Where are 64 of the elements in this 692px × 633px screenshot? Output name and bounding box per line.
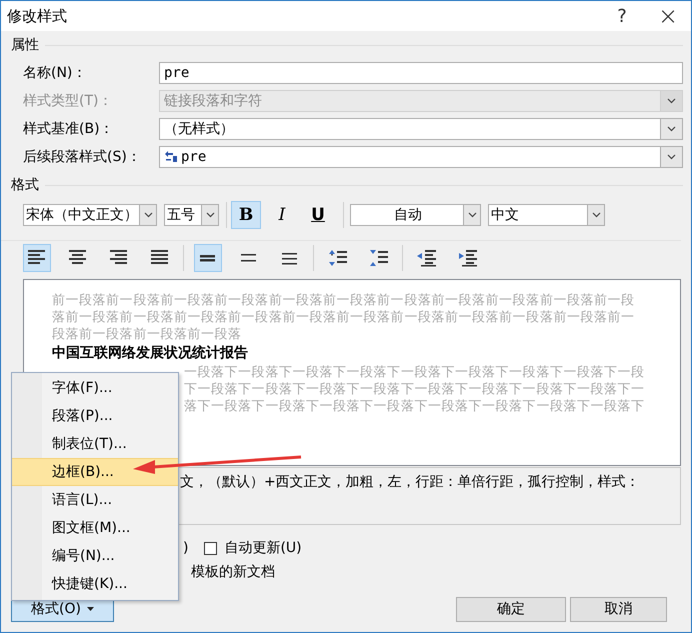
chevron-down-icon [144, 212, 152, 218]
preview-text: 段落前一段落前一段落前一段落 [52, 326, 243, 343]
bold-button[interactable]: B [231, 201, 261, 229]
style-description: 文，（默认）+西文正文，加粗，左，行距：单倍行距，孤行控制，样式： [180, 474, 640, 490]
checkbox-label: 自动更新(U) [224, 539, 302, 557]
align-left-icon [27, 249, 47, 267]
menu-item[interactable]: 制表位(T)... [12, 430, 178, 458]
menu-item[interactable]: 图文框(M)... [12, 514, 178, 542]
menu-item[interactable]: 快捷键(K)... [12, 570, 178, 598]
caret-icon [86, 607, 94, 611]
window-title: 修改样式 [7, 6, 68, 26]
chevron-down-icon [667, 154, 676, 160]
help-button[interactable]: ? [599, 6, 645, 26]
menu-item[interactable]: 语言(L)... [12, 486, 178, 514]
section-heading: 格式 [11, 176, 39, 194]
double-spacing-icon [280, 252, 300, 264]
single-spacing-icon [198, 254, 218, 262]
align-left-button[interactable] [23, 244, 51, 272]
preview-text: 前一段落前一段落前一段落前一段落前一段落前一段落前一段落前一段落前一段落前一段落前一段 [52, 292, 636, 309]
spacing-icon [328, 249, 348, 267]
color-dropdown[interactable]: 自动 [350, 204, 481, 226]
option-text: 模板的新文档 [191, 564, 275, 580]
section-heading: 属性 [11, 36, 39, 54]
close-button[interactable]: × [645, 2, 691, 30]
style-dropdown: 链接段落和字符 [159, 90, 683, 112]
align-center-icon [68, 249, 88, 267]
script-dropdown[interactable]: 中文 [488, 204, 605, 226]
indent-icon [458, 249, 478, 267]
outdent-icon [417, 249, 437, 267]
spacing-icon [369, 249, 389, 267]
cancel-button[interactable]: 取消 [570, 596, 667, 622]
chevron-down-icon [468, 212, 476, 218]
chevron-down-icon [592, 212, 600, 218]
paragraph-style-icon [164, 151, 178, 163]
field-label: 名称(N)： [23, 64, 88, 82]
style-dropdown[interactable]: pre [159, 146, 683, 168]
align-right-icon [109, 249, 129, 267]
chevron-down-icon [206, 212, 214, 218]
name-field[interactable]: pre [159, 62, 683, 84]
font-dropdown[interactable]: 宋体（中文正文） [23, 204, 157, 226]
menu-item[interactable]: 边框(B)... [12, 458, 178, 486]
justify-icon [150, 249, 170, 267]
preview-text: 落前一段落前一段落前一段落前一段落前一段落前一段落前一段落前一段落前一段落前一段落前一 [52, 309, 636, 326]
field-label: 后续段落样式(S)： [23, 148, 142, 166]
chevron-down-icon [667, 98, 676, 104]
menu-item[interactable]: 编号(N)... [12, 542, 178, 570]
single-spacing-button[interactable] [194, 244, 222, 272]
preview-text: 落下一段落下一段落下一段落下一段落下一段落下一段落下一段落下一段落下 [184, 398, 646, 415]
checkbox-label: ) [183, 540, 188, 556]
preview-text: 下一段落下一段落下一段落下一段落下一段落下一段落下一段落下一段落下一 [184, 381, 646, 398]
preview-text: 一段落下一段落下一段落下一段落下一段落下一段落下一段落下一段落下一段 [184, 364, 646, 381]
menu-item[interactable]: 段落(P)... [12, 402, 178, 430]
ok-button[interactable]: 确定 [456, 596, 566, 622]
line-spacing-icon [239, 253, 259, 263]
field-label: 样式类型(T)： [23, 92, 114, 110]
checkbox[interactable] [204, 542, 218, 554]
menu-item[interactable]: 字体(F)... [12, 374, 178, 402]
italic-button[interactable]: I [267, 201, 297, 229]
chevron-down-icon [667, 126, 676, 132]
size-dropdown[interactable]: 五号 [164, 204, 219, 226]
underline-button[interactable]: U [303, 201, 333, 229]
style-dropdown[interactable]: （无样式） [159, 118, 683, 140]
sample-text: 中国互联网络发展状况统计报告 [52, 344, 249, 363]
field-label: 样式基准(B)： [23, 120, 115, 138]
